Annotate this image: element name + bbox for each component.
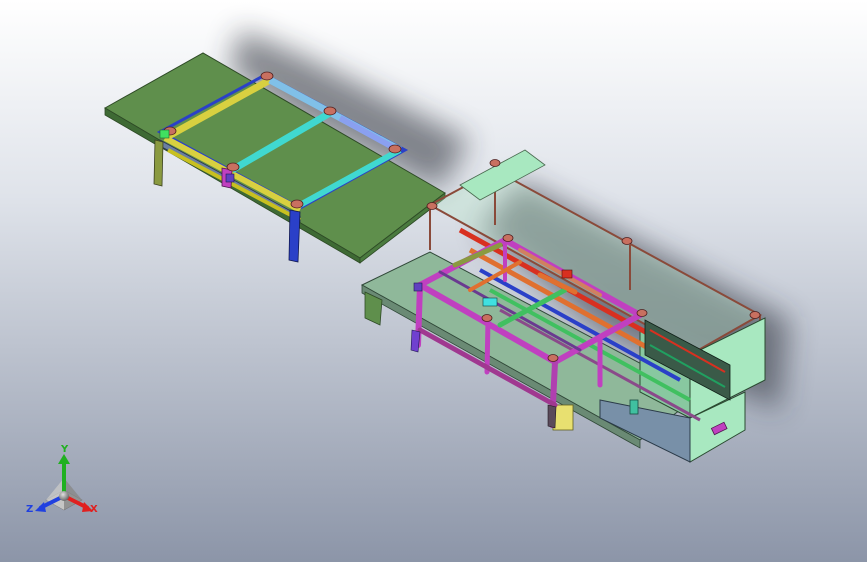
bracket: [413, 282, 423, 292]
cabinet-window: [629, 399, 639, 415]
front-leg: [410, 329, 421, 353]
coordinate-triad[interactable]: Y Z X: [26, 444, 104, 524]
front-leg: [547, 404, 557, 429]
cad-model[interactable]: [0, 0, 867, 562]
graphics-viewport[interactable]: Y Z X: [0, 0, 867, 562]
cyan-part: [482, 297, 498, 307]
left-table-assembly[interactable]: [103, 52, 446, 264]
left-table-leg: [288, 209, 301, 263]
left-table-bracket: [159, 129, 170, 139]
red-marker: [561, 269, 573, 279]
triad-x-label: X: [90, 504, 98, 515]
left-table-bracket: [225, 173, 235, 183]
triad-z-label: Z: [26, 504, 34, 515]
triad-y-label: Y: [61, 444, 69, 455]
left-table-leg: [153, 139, 164, 187]
